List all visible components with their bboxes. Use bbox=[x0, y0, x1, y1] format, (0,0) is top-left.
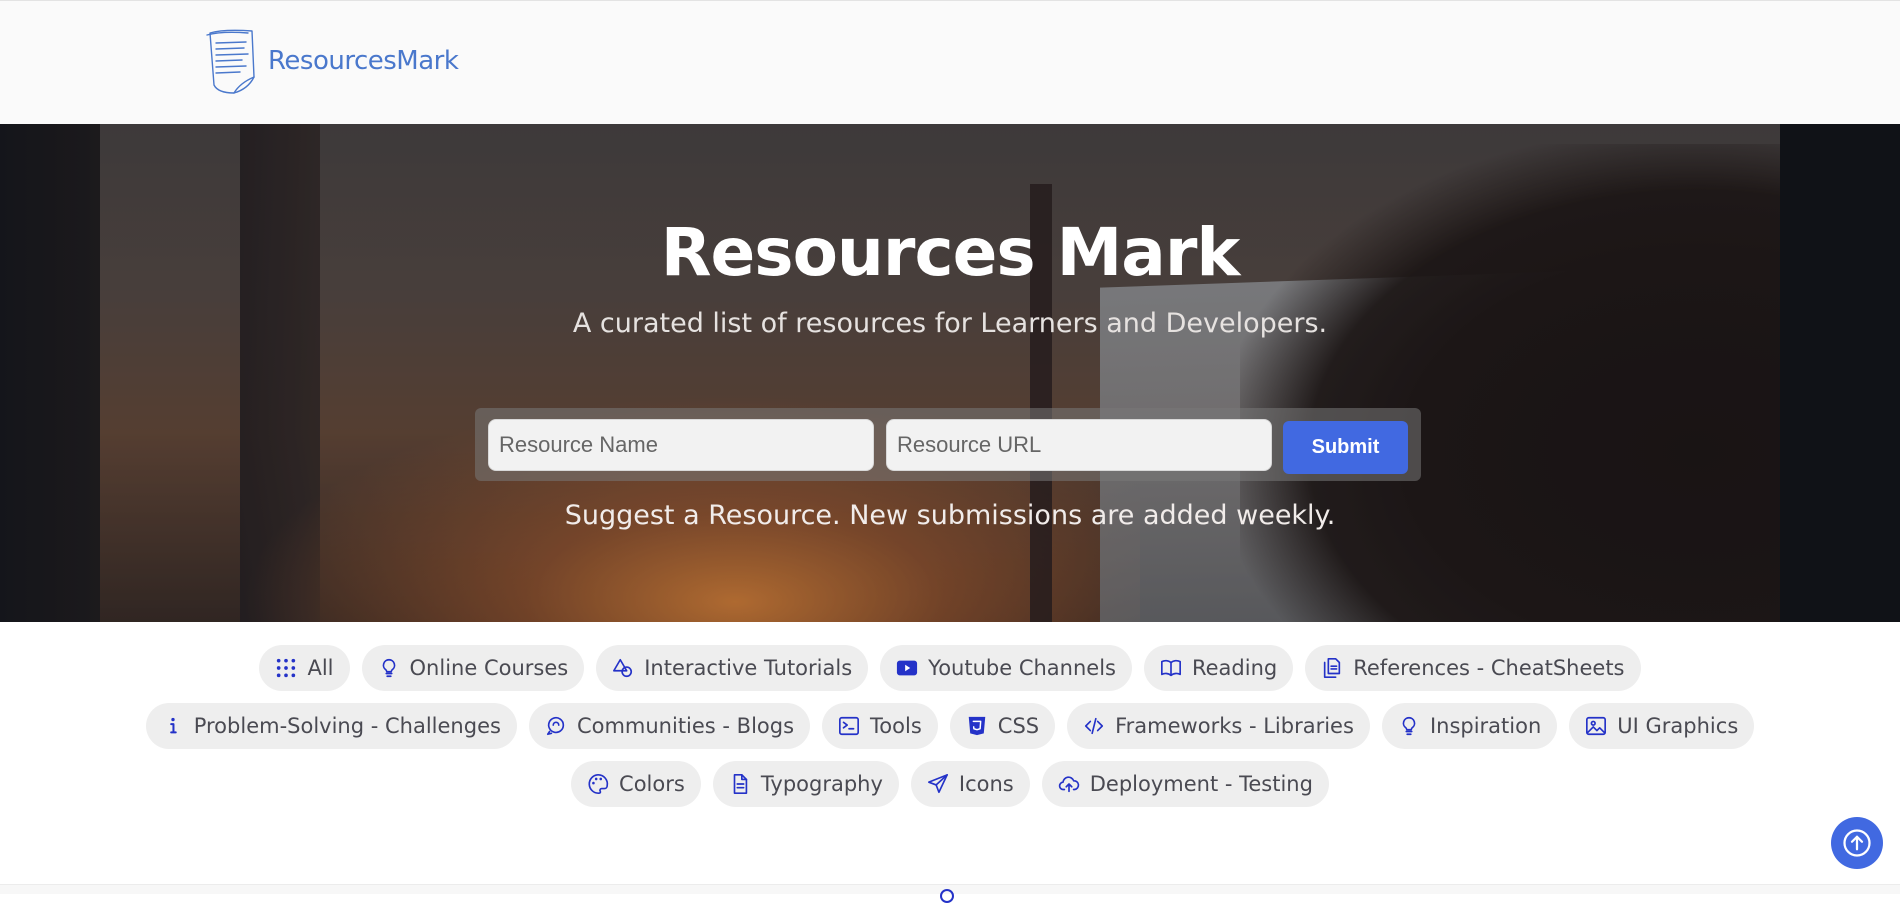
code-icon bbox=[1085, 717, 1104, 735]
filter-reading[interactable]: Reading bbox=[1143, 645, 1294, 691]
resource-name-input[interactable] bbox=[488, 419, 874, 471]
send-icon bbox=[927, 774, 948, 794]
info-icon bbox=[169, 717, 177, 734]
page-subtitle: A curated list of resources for Learners… bbox=[572, 308, 1328, 339]
filter-ui-graphics[interactable]: UI Graphics bbox=[1569, 703, 1755, 749]
youtube-icon bbox=[897, 660, 918, 676]
filter-communities-blogs[interactable]: Communities - Blogs bbox=[528, 703, 811, 749]
filter-inspiration[interactable]: Inspiration bbox=[1381, 703, 1558, 749]
filter-tools[interactable]: Tools bbox=[822, 703, 938, 749]
resource-url-input[interactable] bbox=[886, 419, 1272, 471]
css-icon bbox=[968, 716, 986, 736]
filter-deployment-testing[interactable]: Deployment - Testing bbox=[1041, 761, 1329, 807]
hero-section: Resources Mark A curated list of resourc… bbox=[0, 124, 1900, 622]
chat-icon bbox=[546, 716, 565, 736]
notepad-icon bbox=[206, 29, 255, 94]
filter-youtube-channels[interactable]: Youtube Channels bbox=[880, 645, 1132, 691]
lightbulb-icon bbox=[382, 658, 395, 678]
filter-colors[interactable]: Colors bbox=[571, 761, 701, 807]
files-icon bbox=[1324, 658, 1341, 678]
document-icon bbox=[733, 774, 748, 794]
filter-online-courses[interactable]: Online Courses bbox=[361, 645, 585, 691]
navbar: ResourcesMark bbox=[0, 0, 1900, 124]
book-icon bbox=[1160, 659, 1181, 677]
arrow-up-circle-icon bbox=[1843, 829, 1871, 857]
brand-name: ResourcesMark bbox=[268, 46, 459, 76]
filter-references-cheatsheets[interactable]: References - CheatSheets bbox=[1305, 645, 1641, 691]
filter-all[interactable]: All bbox=[259, 645, 350, 691]
filter-typography[interactable]: Typography bbox=[712, 761, 899, 807]
image-icon bbox=[1586, 716, 1607, 736]
filter-css[interactable]: CSS bbox=[949, 703, 1056, 749]
filter-icons[interactable]: Icons bbox=[910, 761, 1030, 807]
grid-icon bbox=[277, 658, 296, 678]
cloud-upload-icon bbox=[1058, 776, 1079, 793]
filter-interactive-tutorials[interactable]: Interactive Tutorials bbox=[596, 645, 869, 691]
brand-link[interactable]: ResourcesMark bbox=[204, 27, 459, 95]
suggest-resource-form: Submit bbox=[475, 408, 1421, 481]
palette-icon bbox=[588, 774, 609, 794]
submit-button[interactable]: Submit bbox=[1283, 421, 1408, 474]
lightbulb-icon bbox=[1402, 716, 1416, 736]
scroll-to-top-button[interactable] bbox=[1831, 817, 1883, 869]
terminal-icon bbox=[839, 716, 860, 736]
partial-icon bbox=[940, 889, 954, 903]
filter-problem-solving-challenges[interactable]: Problem-Solving - Challenges bbox=[145, 703, 517, 749]
shapes-icon bbox=[613, 658, 633, 678]
category-filters: All Online Courses Interactive Tutorials… bbox=[80, 645, 1820, 807]
filter-frameworks-libraries[interactable]: Frameworks - Libraries bbox=[1067, 703, 1370, 749]
page-title: Resources Mark bbox=[660, 214, 1241, 291]
suggest-note: Suggest a Resource. New submissions are … bbox=[564, 500, 1336, 531]
